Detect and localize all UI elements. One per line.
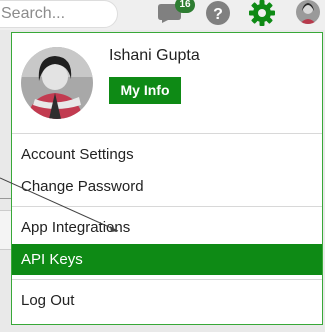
menu-item-log-out[interactable]: Log Out <box>12 285 322 316</box>
notification-count-badge: 16 <box>175 0 195 13</box>
top-bar: Search... 16 ? <box>0 0 325 30</box>
my-info-button[interactable]: My Info <box>109 77 181 104</box>
menu-item-api-keys[interactable]: API Keys <box>12 244 322 275</box>
user-name: Ishani Gupta <box>109 47 200 64</box>
screen: Search... 16 ? Ishani Gupta My Info Acco… <box>0 0 325 332</box>
profile-header: Ishani Gupta My Info <box>12 33 322 133</box>
menu-item-app-integrations[interactable]: App Integrations <box>12 212 322 243</box>
profile-photo <box>21 47 93 119</box>
divider <box>12 206 322 207</box>
help-icon[interactable]: ? <box>205 0 231 26</box>
divider <box>12 279 322 280</box>
user-dropdown-menu: Ishani Gupta My Info Account Settings Ch… <box>11 32 323 325</box>
avatar[interactable] <box>295 0 321 25</box>
gear-icon[interactable] <box>248 0 276 27</box>
menu-item-account-settings[interactable]: Account Settings <box>12 139 322 170</box>
svg-text:?: ? <box>213 6 223 23</box>
divider <box>12 133 322 134</box>
search-input[interactable]: Search... <box>0 0 118 28</box>
menu-item-change-password[interactable]: Change Password <box>12 171 322 202</box>
